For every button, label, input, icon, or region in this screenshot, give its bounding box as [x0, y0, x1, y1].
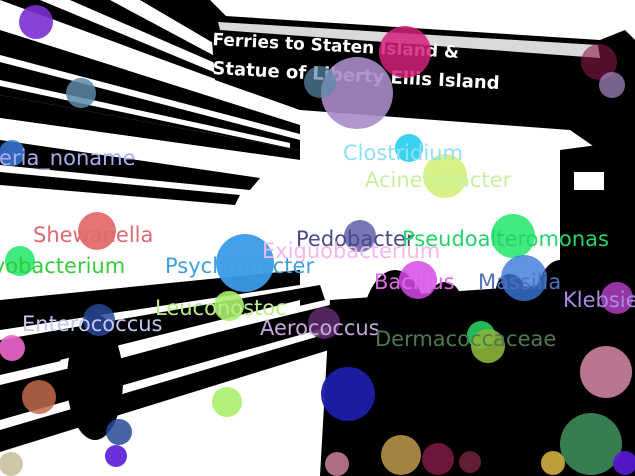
color-bubble	[66, 78, 96, 108]
color-bubble	[580, 346, 632, 398]
color-bubble	[599, 72, 625, 98]
scene: Ferries to Staten Island & Statue of Lib…	[0, 0, 635, 476]
color-bubble	[459, 451, 481, 473]
taxon-label: Bacteria_noname	[0, 146, 136, 170]
taxon-label: Enterococcus	[22, 312, 163, 336]
color-bubble	[325, 452, 349, 476]
taxon-label: Psychrobacter	[165, 254, 315, 278]
color-bubble	[106, 419, 132, 445]
color-bubble	[321, 57, 393, 129]
color-bubble	[304, 66, 336, 98]
taxon-label: Massilia	[478, 270, 562, 294]
taxon-label: Acinetobacter	[365, 168, 512, 192]
taxon-label: Shewanella	[33, 223, 154, 247]
color-bubble	[0, 335, 25, 361]
color-bubble	[0, 452, 23, 476]
color-bubble	[19, 5, 53, 39]
color-bubble	[379, 26, 431, 78]
taxon-label: Bacillus	[374, 270, 455, 294]
taxon-label: Aerococcus	[260, 316, 380, 340]
color-bubble	[613, 451, 635, 475]
taxon-label: Dermacoccaceae	[375, 327, 557, 351]
taxon-label: Flavobacterium	[0, 254, 126, 278]
color-bubble	[422, 443, 454, 475]
color-bubble	[212, 387, 242, 417]
color-bubble	[381, 435, 421, 475]
color-bubble	[541, 451, 565, 475]
taxon-label: Klebsiella	[563, 288, 635, 312]
color-bubble	[321, 367, 375, 421]
taxon-label: Clostridium	[343, 141, 463, 165]
color-bubble	[105, 445, 127, 467]
color-bubble	[22, 380, 56, 414]
